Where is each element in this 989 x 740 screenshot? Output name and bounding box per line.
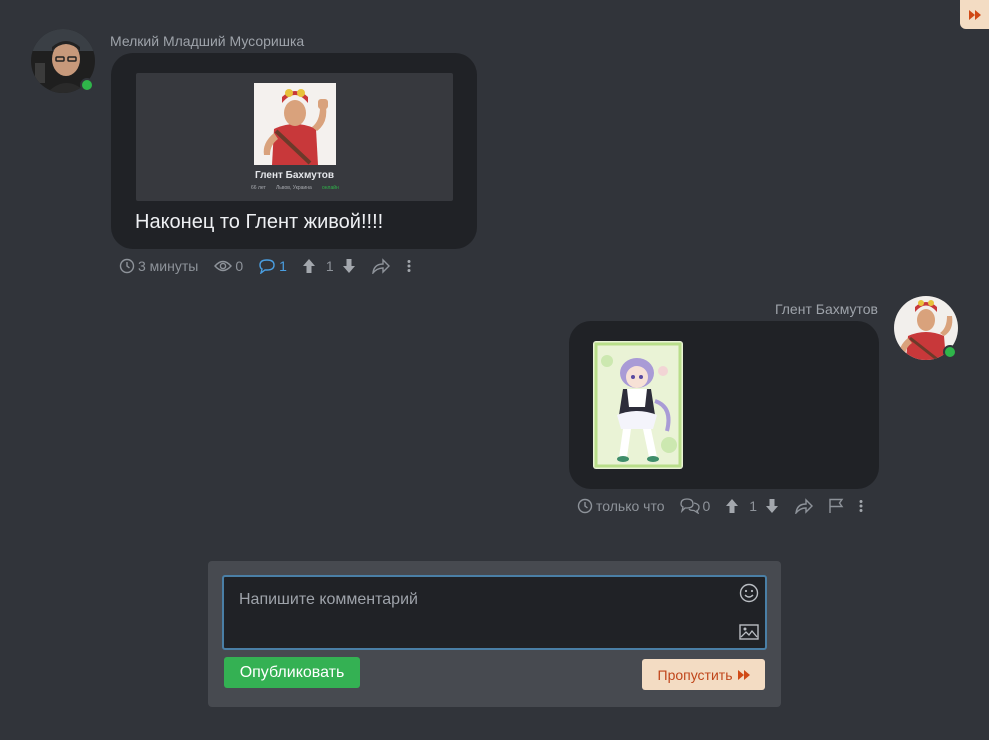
embed-profile-name: Глент Бахмутов xyxy=(255,170,334,181)
fast-forward-icon xyxy=(737,669,750,680)
report-button[interactable] xyxy=(828,498,844,514)
comment-icon xyxy=(259,259,275,274)
author-name[interactable]: Глент Бахмутов xyxy=(775,301,878,317)
more-vertical-icon xyxy=(407,260,411,272)
share-button[interactable] xyxy=(794,498,814,514)
share-icon xyxy=(795,498,814,514)
comments-link[interactable]: 1 xyxy=(258,258,287,274)
comment-composer: Опубликовать Пропустить xyxy=(208,561,781,707)
views-counter: 0 xyxy=(214,258,243,274)
skip-button-label: Пропустить xyxy=(657,666,733,683)
corner-skip-button[interactable] xyxy=(960,0,989,29)
arrow-up-icon xyxy=(726,499,739,513)
more-button[interactable] xyxy=(407,259,411,273)
share-button[interactable] xyxy=(371,258,391,274)
post-actions: 3 минуты 0 1 1 xyxy=(119,256,411,276)
arrow-down-icon xyxy=(766,499,779,513)
vote-count: 1 xyxy=(325,258,334,274)
share-icon xyxy=(371,258,390,274)
embed-location: Львов, Украина xyxy=(276,185,312,191)
post-bubble: Глент Бахмутов 66 лет Львов, Украина онл… xyxy=(111,53,477,249)
comments-count: 0 xyxy=(702,498,711,514)
comment-box xyxy=(222,575,767,651)
clock-icon xyxy=(119,258,135,274)
comment-input[interactable] xyxy=(224,577,719,651)
smiley-icon xyxy=(739,583,759,603)
image-icon xyxy=(739,624,759,640)
image-attachment[interactable] xyxy=(593,341,683,469)
embed-age: 66 лет xyxy=(251,185,266,191)
time-label: 3 минуты xyxy=(138,258,199,274)
more-button[interactable] xyxy=(859,499,863,513)
profile-photo xyxy=(254,83,336,165)
clock-icon xyxy=(577,498,593,514)
emoji-button[interactable] xyxy=(739,583,759,608)
author-name[interactable]: Мелкий Младший Мусоришка xyxy=(110,33,304,49)
online-indicator xyxy=(943,345,957,359)
views-count: 0 xyxy=(235,258,244,274)
skip-button[interactable]: Пропустить xyxy=(642,659,765,690)
comments-link[interactable]: 0 xyxy=(679,498,711,514)
comments-icon xyxy=(679,498,700,514)
time-link[interactable]: только что xyxy=(577,498,665,514)
fast-forward-icon xyxy=(968,9,981,20)
eye-icon xyxy=(214,260,233,272)
upvote-button[interactable] xyxy=(302,258,316,274)
time-link[interactable]: 3 минуты xyxy=(119,258,198,274)
image-upload-button[interactable] xyxy=(739,624,759,645)
embed-online-status: онлайн xyxy=(322,185,339,191)
anime-image xyxy=(593,341,683,469)
comments-count: 1 xyxy=(279,258,287,274)
arrow-down-icon xyxy=(342,259,355,273)
vote-count: 1 xyxy=(749,498,758,514)
downvote-button[interactable] xyxy=(342,258,356,274)
post-bubble xyxy=(569,321,879,489)
publish-button[interactable]: Опубликовать xyxy=(224,657,360,688)
more-vertical-icon xyxy=(859,500,863,512)
post-text: Наконец то Глент живой!!!! xyxy=(135,211,384,233)
arrow-up-icon xyxy=(302,259,315,273)
upvote-button[interactable] xyxy=(725,498,739,514)
profile-embed-card[interactable]: Глент Бахмутов 66 лет Львов, Украина онл… xyxy=(136,73,453,201)
online-indicator xyxy=(80,78,94,92)
post-actions: только что 0 1 xyxy=(577,496,863,516)
flag-icon xyxy=(829,498,844,513)
time-label: только что xyxy=(596,498,665,514)
downvote-button[interactable] xyxy=(765,498,779,514)
